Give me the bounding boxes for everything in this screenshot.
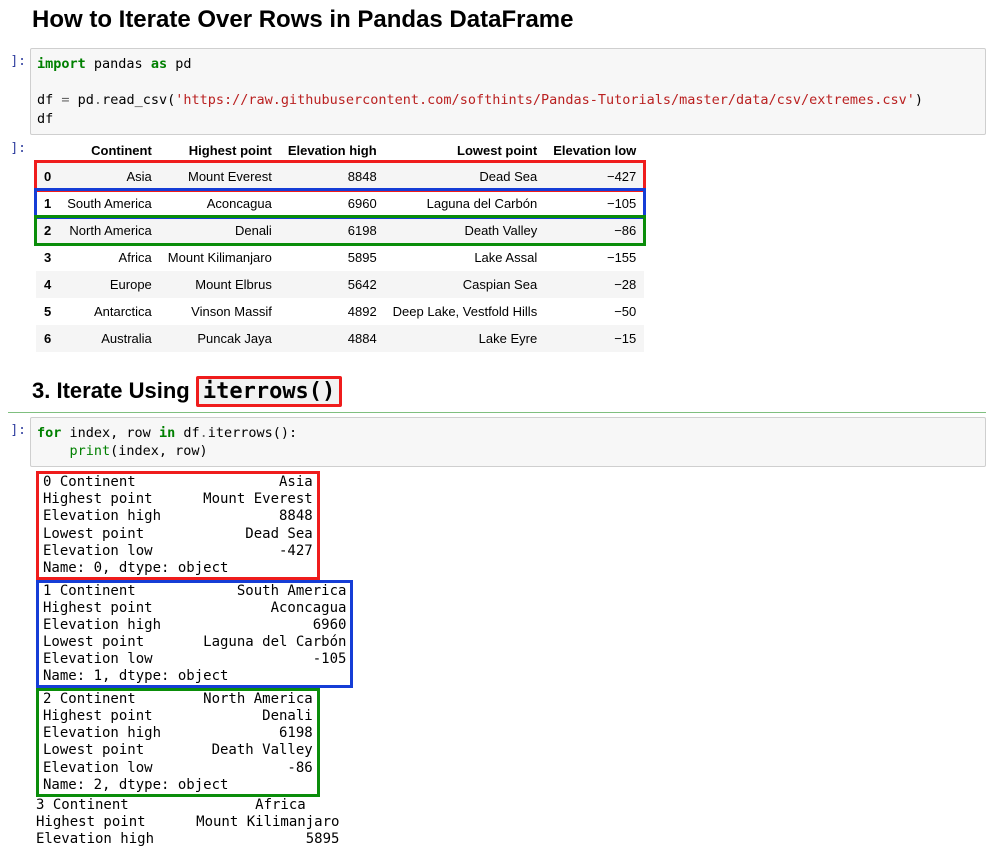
- table-row: 3AfricaMount Kilimanjaro5895Lake Assal−1…: [36, 244, 644, 271]
- table-cell: −155: [545, 244, 644, 271]
- prompt-in: ]:: [8, 417, 26, 467]
- table-cell: 6198: [280, 217, 385, 244]
- txt: iterrows():: [208, 425, 297, 441]
- table-cell: −86: [545, 217, 644, 244]
- table-cell: −427: [545, 162, 644, 190]
- txt: pd: [70, 92, 94, 108]
- table-cell: −105: [545, 190, 644, 217]
- table-cell: Dead Sea: [385, 162, 546, 190]
- kw-for: for: [37, 425, 61, 441]
- column-header: Elevation low: [545, 139, 644, 163]
- table-cell: 1: [36, 190, 59, 217]
- table-cell: North America: [59, 217, 160, 244]
- txt: index, row: [61, 425, 159, 441]
- code-cell-1: ]: import pandas as pd df = pd.read_csv(…: [8, 48, 986, 135]
- table-cell: Puncak Jaya: [160, 325, 280, 352]
- table-cell: 5: [36, 298, 59, 325]
- table-cell: 4892: [280, 298, 385, 325]
- table-cell: Laguna del Carbón: [385, 190, 546, 217]
- output-cell-1: ]: ContinentHighest pointElevation highL…: [8, 135, 986, 352]
- table-row: 6AustraliaPuncak Jaya4884Lake Eyre−15: [36, 325, 644, 352]
- column-header: [36, 139, 59, 163]
- table-cell: Mount Elbrus: [160, 271, 280, 298]
- kw-in: in: [159, 425, 175, 441]
- table-cell: Vinson Massif: [160, 298, 280, 325]
- column-header: Continent: [59, 139, 160, 163]
- output-cell-2: 0 Continent Asia Highest point Mount Eve…: [8, 467, 986, 848]
- output-block: 2 Continent North America Highest point …: [36, 688, 320, 796]
- table-cell: South America: [59, 190, 160, 217]
- output-block: 0 Continent Asia Highest point Mount Eve…: [36, 471, 320, 579]
- txt: df: [37, 111, 53, 127]
- table-cell: Lake Eyre: [385, 325, 546, 352]
- column-header: Highest point: [160, 139, 280, 163]
- dataframe-table: ContinentHighest pointElevation highLowe…: [36, 139, 644, 352]
- table-cell: 6960: [280, 190, 385, 217]
- iterrows-code-chip: iterrows(): [196, 376, 342, 407]
- column-header: Lowest point: [385, 139, 546, 163]
- table-cell: Aconcagua: [160, 190, 280, 217]
- table-cell: −15: [545, 325, 644, 352]
- section-heading: 3. Iterate Using iterrows(): [32, 378, 986, 404]
- table-cell: 8848: [280, 162, 385, 190]
- page-title: How to Iterate Over Rows in Pandas DataF…: [32, 6, 986, 34]
- column-header: Elevation high: [280, 139, 385, 163]
- kw-as: as: [151, 56, 167, 72]
- prompt-in: ]:: [8, 48, 26, 135]
- table-cell: 0: [36, 162, 59, 190]
- txt: pandas: [86, 56, 151, 72]
- divider: [8, 412, 986, 413]
- table-row: 5AntarcticaVinson Massif4892Deep Lake, V…: [36, 298, 644, 325]
- output-block: 1 Continent South America Highest point …: [36, 580, 353, 688]
- txt: (index, row): [110, 443, 208, 459]
- section-heading-text: 3. Iterate Using: [32, 378, 196, 403]
- table-cell: Asia: [59, 162, 160, 190]
- table-cell: Antarctica: [59, 298, 160, 325]
- fn-print: print: [70, 443, 111, 459]
- output-block: 3 Continent Africa Highest point Mount K…: [36, 797, 984, 848]
- txt: read_csv(: [102, 92, 175, 108]
- kw-import: import: [37, 56, 86, 72]
- table-cell: 4: [36, 271, 59, 298]
- table-cell: 2: [36, 217, 59, 244]
- prompt-out: ]:: [8, 135, 26, 352]
- op: .: [94, 92, 102, 108]
- table-cell: −50: [545, 298, 644, 325]
- table-cell: Mount Kilimanjaro: [160, 244, 280, 271]
- txt: [37, 443, 70, 459]
- string: 'https://raw.githubusercontent.com/softh…: [175, 92, 915, 108]
- table-cell: 3: [36, 244, 59, 271]
- txt: pd: [167, 56, 191, 72]
- table-cell: Lake Assal: [385, 244, 546, 271]
- table-cell: 5895: [280, 244, 385, 271]
- table-cell: −28: [545, 271, 644, 298]
- code-block-2[interactable]: for index, row in df.iterrows(): print(i…: [30, 417, 986, 467]
- table-row: 2North AmericaDenali6198Death Valley−86: [36, 217, 644, 244]
- table-cell: Australia: [59, 325, 160, 352]
- code-cell-2: ]: for index, row in df.iterrows(): prin…: [8, 417, 986, 467]
- txt: df: [175, 425, 199, 441]
- code-block-1[interactable]: import pandas as pd df = pd.read_csv('ht…: [30, 48, 986, 135]
- table-row: 4EuropeMount Elbrus5642Caspian Sea−28: [36, 271, 644, 298]
- table-cell: Death Valley: [385, 217, 546, 244]
- table-cell: Denali: [160, 217, 280, 244]
- table-cell: Africa: [59, 244, 160, 271]
- table-cell: 5642: [280, 271, 385, 298]
- prompt-blank: [8, 467, 26, 848]
- txt: ): [915, 92, 923, 108]
- table-cell: Caspian Sea: [385, 271, 546, 298]
- op: =: [61, 92, 69, 108]
- table-cell: Europe: [59, 271, 160, 298]
- table-cell: 4884: [280, 325, 385, 352]
- table-cell: Mount Everest: [160, 162, 280, 190]
- table-row: 1South AmericaAconcagua6960Laguna del Ca…: [36, 190, 644, 217]
- op: .: [200, 425, 208, 441]
- table-cell: Deep Lake, Vestfold Hills: [385, 298, 546, 325]
- txt: df: [37, 92, 61, 108]
- table-cell: 6: [36, 325, 59, 352]
- table-row: 0AsiaMount Everest8848Dead Sea−427: [36, 162, 644, 190]
